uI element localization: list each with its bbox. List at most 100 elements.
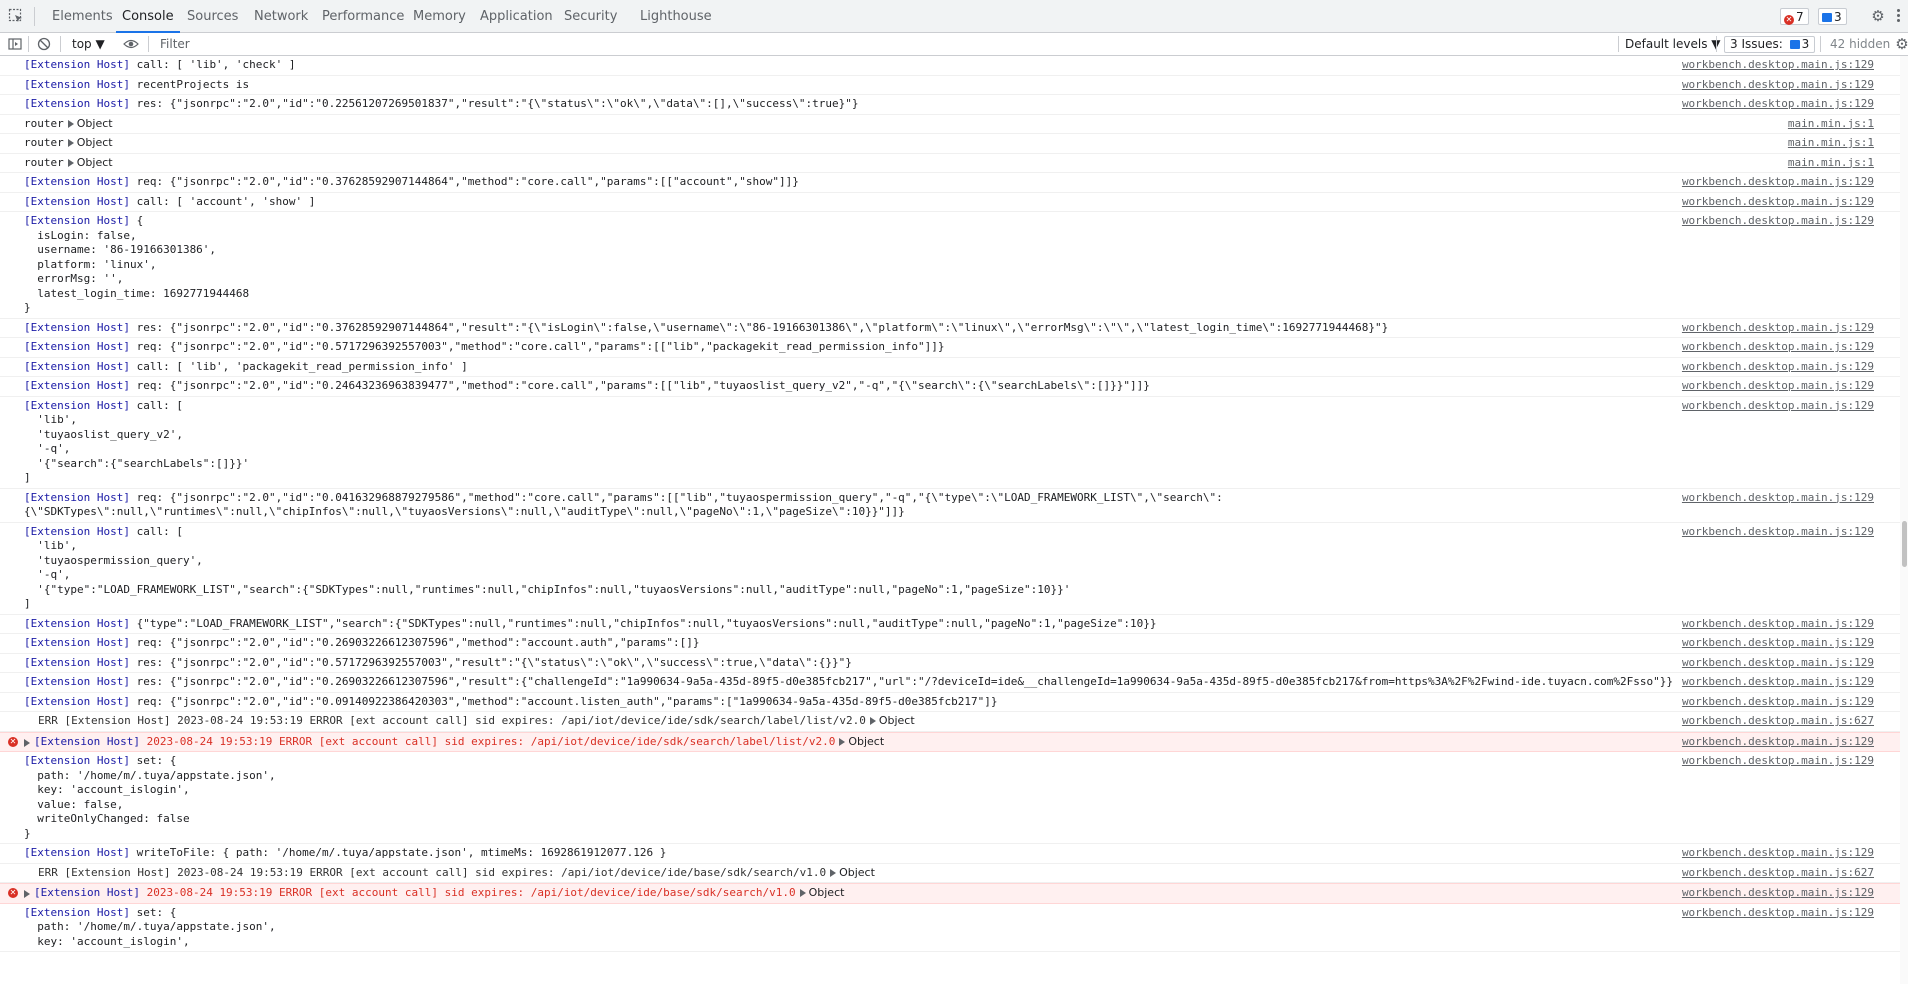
console-row: [Extension Host] res: {"jsonrpc":"2.0","… [0, 654, 1908, 673]
console-messages[interactable]: [Extension Host] call: [ 'lib', 'check' … [0, 56, 1908, 984]
expand-triangle-icon[interactable] [24, 738, 30, 747]
log-line: '{"type":"LOAD_FRAMEWORK_LIST","search":… [24, 582, 1071, 596]
log-line: ERR [Extension Host] 2023-08-24 19:53:19… [38, 714, 866, 727]
source-link[interactable]: workbench.desktop.main.js:129 [1682, 175, 1874, 190]
log-line: 'tuyaospermission_query', [24, 553, 203, 567]
console-row: [Extension Host] writeToFile: { path: '/… [0, 844, 1908, 864]
scrollbar-thumb[interactable] [1902, 521, 1907, 567]
console-settings-gear-icon[interactable]: ⚙ [1894, 36, 1908, 52]
log-line: [Extension Host] res: {"jsonrpc":"2.0","… [24, 656, 852, 669]
expand-triangle-icon[interactable] [830, 868, 837, 877]
source-link[interactable]: workbench.desktop.main.js:129 [1682, 195, 1874, 210]
toolbar-separator [1820, 36, 1821, 52]
error-icon: ✕ [8, 736, 18, 747]
source-link[interactable]: workbench.desktop.main.js:129 [1682, 97, 1874, 112]
settings-gear-icon[interactable]: ⚙ [1870, 8, 1886, 24]
extension-host-tag: [Extension Host] [24, 379, 130, 392]
context-selector[interactable]: top ▼ [72, 33, 105, 55]
source-link[interactable]: workbench.desktop.main.js:129 [1682, 58, 1874, 73]
source-link[interactable]: workbench.desktop.main.js:129 [1682, 321, 1874, 336]
issues-button[interactable]: 3 Issues: 3 [1724, 36, 1816, 53]
tab-security[interactable]: Security [564, 0, 617, 32]
source-link[interactable]: workbench.desktop.main.js:129 [1682, 78, 1874, 93]
object-preview[interactable]: Object [809, 886, 845, 899]
source-link[interactable]: workbench.desktop.main.js:129 [1682, 675, 1874, 690]
console-filter-input[interactable] [154, 34, 1616, 54]
object-preview[interactable]: Object [879, 714, 915, 727]
source-link[interactable]: workbench.desktop.main.js:129 [1682, 491, 1874, 506]
extension-host-tag: [Extension Host] [24, 675, 130, 688]
source-link[interactable]: workbench.desktop.main.js:627 [1682, 866, 1874, 881]
sidebar-toggle-icon[interactable] [8, 37, 22, 51]
expand-triangle-icon[interactable] [67, 119, 74, 128]
toolbar-separator [148, 36, 149, 52]
inspect-element-icon[interactable] [8, 8, 24, 24]
expand-triangle-icon[interactable] [67, 158, 74, 167]
expand-triangle-icon[interactable] [839, 737, 846, 746]
source-link[interactable]: workbench.desktop.main.js:129 [1682, 754, 1874, 769]
log-line: path: '/home/m/.tuya/appstate.json', [24, 768, 276, 782]
source-link[interactable]: workbench.desktop.main.js:129 [1682, 886, 1874, 901]
tab-elements[interactable]: Elements [52, 0, 113, 32]
console-row: ERR [Extension Host] 2023-08-24 19:53:19… [0, 712, 1908, 732]
object-preview[interactable]: Object [77, 136, 113, 149]
tab-performance[interactable]: Performance [322, 0, 404, 32]
expand-triangle-icon[interactable] [869, 717, 876, 725]
source-link[interactable]: workbench.desktop.main.js:627 [1682, 714, 1874, 729]
extension-host-tag: [Extension Host] [24, 655, 130, 669]
clear-console-icon[interactable] [37, 37, 51, 51]
source-link[interactable]: workbench.desktop.main.js:129 [1682, 735, 1874, 750]
console-row: [Extension Host] req: {"jsonrpc":"2.0","… [0, 634, 1908, 654]
source-link[interactable]: workbench.desktop.main.js:129 [1682, 636, 1874, 651]
console-row: [Extension Host] call: [ 'lib', 'check' … [0, 56, 1908, 76]
object-preview[interactable]: Object [839, 866, 875, 879]
console-row: [Extension Host] req: {"jsonrpc":"2.0","… [0, 173, 1908, 193]
expand-triangle-icon[interactable] [67, 139, 74, 147]
log-line: 'lib', [24, 539, 77, 552]
toolbar-separator [28, 36, 29, 52]
source-link[interactable]: workbench.desktop.main.js:129 [1682, 340, 1874, 355]
tab-application[interactable]: Application [480, 0, 553, 32]
source-link[interactable]: workbench.desktop.main.js:129 [1682, 525, 1874, 540]
source-link[interactable]: workbench.desktop.main.js:129 [1682, 656, 1874, 671]
log-line: [Extension Host] { [24, 214, 143, 227]
tab-memory[interactable]: Memory [413, 0, 466, 32]
object-preview[interactable]: Object [77, 117, 113, 130]
console-row: [Extension Host] call: [ 'lib', 'tuyaosl… [0, 397, 1908, 489]
source-link[interactable]: workbench.desktop.main.js:129 [1682, 360, 1874, 375]
log-line: 'tuyaoslist_query_v2', [24, 427, 183, 441]
log-line: 'lib', [24, 413, 77, 426]
console-scrollbar[interactable] [1900, 56, 1908, 984]
live-expression-eye-icon[interactable] [123, 37, 139, 51]
source-link[interactable]: workbench.desktop.main.js:129 [1682, 399, 1874, 414]
console-row: ERR [Extension Host] 2023-08-24 19:53:19… [0, 864, 1908, 883]
source-link[interactable]: workbench.desktop.main.js:129 [1682, 214, 1874, 229]
log-levels-dropdown[interactable]: Default levels ▼ [1625, 33, 1721, 55]
source-link[interactable]: workbench.desktop.main.js:129 [1682, 846, 1874, 861]
tab-lighthouse[interactable]: Lighthouse [640, 0, 712, 32]
extension-host-tag: [Extension Host] [24, 77, 130, 91]
source-link[interactable]: workbench.desktop.main.js:129 [1682, 617, 1874, 632]
tab-sources[interactable]: Sources [187, 0, 238, 32]
expand-triangle-icon[interactable] [24, 890, 30, 898]
message-count-badge[interactable]: 3 [1818, 8, 1847, 25]
extension-host-tag: [Extension Host] [24, 846, 130, 859]
tab-console[interactable]: Console [116, 0, 180, 33]
source-link[interactable]: workbench.desktop.main.js:129 [1682, 379, 1874, 394]
expand-triangle-icon[interactable] [799, 889, 806, 897]
object-preview[interactable]: Object [77, 156, 113, 169]
source-link[interactable]: main.min.js:1 [1788, 156, 1874, 171]
object-preview[interactable]: Object [848, 735, 884, 748]
more-options-icon[interactable] [1895, 8, 1901, 24]
log-message: req: {"jsonrpc":"2.0","id":"0.2690322661… [129, 636, 700, 649]
error-count-badge[interactable]: ✕ 7 [1780, 8, 1809, 25]
log-line: ERR [Extension Host] 2023-08-24 19:53:19… [38, 865, 827, 879]
extension-host-tag: [Extension Host] [24, 320, 130, 334]
log-line: value: false, [24, 797, 124, 811]
extension-host-tag: [Extension Host] [24, 636, 130, 649]
tab-network[interactable]: Network [254, 0, 308, 32]
source-link[interactable]: workbench.desktop.main.js:129 [1682, 906, 1874, 921]
source-link[interactable]: main.min.js:1 [1788, 136, 1874, 151]
source-link[interactable]: main.min.js:1 [1788, 117, 1874, 132]
source-link[interactable]: workbench.desktop.main.js:129 [1682, 695, 1874, 710]
